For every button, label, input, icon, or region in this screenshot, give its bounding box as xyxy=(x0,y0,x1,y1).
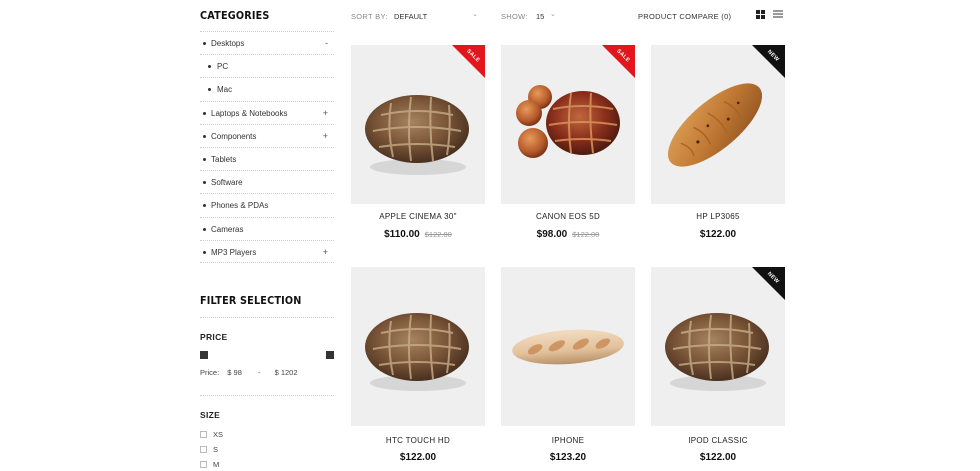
price-slider-min-handle[interactable] xyxy=(200,351,208,359)
bullet-icon xyxy=(203,134,206,138)
expand-icon[interactable]: + xyxy=(323,131,328,141)
product-compare-link[interactable]: PRODUCT COMPARE (0) xyxy=(638,12,731,21)
product-name[interactable]: HTC TOUCH HD xyxy=(351,436,485,445)
current-price: $122.00 xyxy=(399,452,437,463)
size-label: M xyxy=(213,460,220,469)
product-toolbar: SORT BY: DEFAULT ⌄ SHOW: 15 ⌄ PRODUCT CO… xyxy=(351,0,785,30)
checkbox[interactable] xyxy=(200,461,207,468)
sale-badge: SALE xyxy=(452,45,485,78)
round-bread-image xyxy=(365,313,469,391)
bullet-icon xyxy=(203,111,206,115)
category-item-phones[interactable]: Phones & PDAs xyxy=(200,193,334,216)
category-item-cameras[interactable]: Cameras xyxy=(200,216,334,240)
product-image[interactable] xyxy=(351,267,485,426)
bullet-icon xyxy=(203,250,206,254)
new-badge: NEW xyxy=(752,267,785,300)
old-price: $122.00 xyxy=(572,230,600,239)
sale-badge: SALE xyxy=(602,45,635,78)
size-label: XS xyxy=(213,430,224,439)
category-label: Tablets xyxy=(211,154,237,164)
bullet-icon xyxy=(203,227,206,231)
current-price: $122.00 xyxy=(699,229,737,240)
category-item-tablets[interactable]: Tablets xyxy=(200,146,334,170)
expand-icon[interactable]: + xyxy=(323,108,328,118)
grid-view-icon[interactable] xyxy=(756,10,766,19)
category-label: PC xyxy=(217,62,229,72)
current-price: $123.20 xyxy=(549,452,587,463)
product-image[interactable] xyxy=(501,267,635,426)
price-max: $ 1202 xyxy=(274,368,298,377)
product-name[interactable]: IPHONE xyxy=(501,436,635,445)
bullet-icon xyxy=(203,181,206,185)
bullet-icon xyxy=(203,157,206,161)
category-label: Cameras xyxy=(211,224,244,234)
size-filter-title: SIZE xyxy=(200,410,221,420)
chevron-down-icon[interactable]: ⌄ xyxy=(550,10,556,18)
product-name[interactable]: CANON EOS 5D xyxy=(501,212,635,221)
current-price: $110.00 xyxy=(384,229,420,240)
baguette-image xyxy=(512,329,624,365)
sort-label: SORT BY: xyxy=(351,12,388,21)
current-price: $98.00 xyxy=(536,229,568,240)
price-separator: - xyxy=(257,368,261,377)
product-price: $122.00 xyxy=(651,452,785,463)
category-item-components[interactable]: Components + xyxy=(200,123,334,147)
bullet-icon xyxy=(203,42,206,45)
size-label: S xyxy=(213,445,219,454)
category-label: Desktops xyxy=(211,39,245,48)
collapse-icon[interactable]: - xyxy=(325,38,328,48)
show-select[interactable]: 15 xyxy=(536,12,544,21)
category-label: Mac xyxy=(217,85,233,95)
filter-selection-title: FILTER SELECTION xyxy=(200,295,302,307)
product-price: $98.00 $122.00 xyxy=(501,229,635,240)
checkbox[interactable] xyxy=(200,446,207,453)
sort-select[interactable]: DEFAULT xyxy=(394,12,427,21)
category-label: Components xyxy=(211,131,257,141)
category-label: Laptops & Notebooks xyxy=(211,108,288,118)
price-filter-title: PRICE xyxy=(200,332,228,342)
product-image[interactable]: SALE xyxy=(501,45,635,204)
category-item-mac[interactable]: Mac xyxy=(200,77,334,100)
list-view-icon[interactable] xyxy=(773,10,783,19)
categories-title: CATEGORIES xyxy=(200,10,270,22)
category-label: Software xyxy=(211,178,243,188)
product-image[interactable]: NEW xyxy=(651,267,785,426)
product-price: $122.00 xyxy=(651,229,785,240)
category-item-pc[interactable]: PC xyxy=(200,54,334,77)
category-item-mp3-players[interactable]: MP3 Players + xyxy=(200,239,334,263)
product-price: $122.00 xyxy=(351,452,485,463)
category-label: MP3 Players xyxy=(211,247,257,257)
price-min: $ 98 xyxy=(227,368,242,377)
divider xyxy=(200,395,334,396)
product-price: $123.20 xyxy=(501,452,635,463)
bullet-icon xyxy=(208,65,211,69)
category-label: Phones & PDAs xyxy=(211,201,269,211)
divider xyxy=(200,317,334,318)
category-item-laptops[interactable]: Laptops & Notebooks + xyxy=(200,100,334,124)
product-name[interactable]: APPLE CINEMA 30" xyxy=(351,212,485,221)
current-price: $122.00 xyxy=(699,452,737,463)
price-slider-max-handle[interactable] xyxy=(326,351,334,359)
expand-icon[interactable]: + xyxy=(323,247,328,257)
product-image[interactable]: SALE xyxy=(351,45,485,204)
product-name[interactable]: IPOD CLASSIC xyxy=(651,436,785,445)
price-range-text: Price: $ 98 - $ 1202 xyxy=(200,368,298,377)
category-item-software[interactable]: Software xyxy=(200,170,334,193)
product-price: $110.00 $122.00 xyxy=(351,229,485,240)
product-name[interactable]: HP LP3065 xyxy=(651,212,785,221)
price-label: Price: xyxy=(200,368,220,377)
category-list: Desktops - PC Mac Laptops & Notebooks + … xyxy=(200,31,334,263)
bullet-icon xyxy=(203,204,206,208)
category-item-desktops[interactable]: Desktops - xyxy=(200,31,334,54)
old-price: $122.00 xyxy=(424,230,452,239)
chevron-down-icon[interactable]: ⌄ xyxy=(472,10,478,18)
product-image[interactable]: NEW xyxy=(651,45,785,204)
checkbox[interactable] xyxy=(200,431,207,438)
show-label: SHOW: xyxy=(501,12,528,21)
bullet-icon xyxy=(208,88,211,92)
new-badge: NEW xyxy=(752,45,785,78)
